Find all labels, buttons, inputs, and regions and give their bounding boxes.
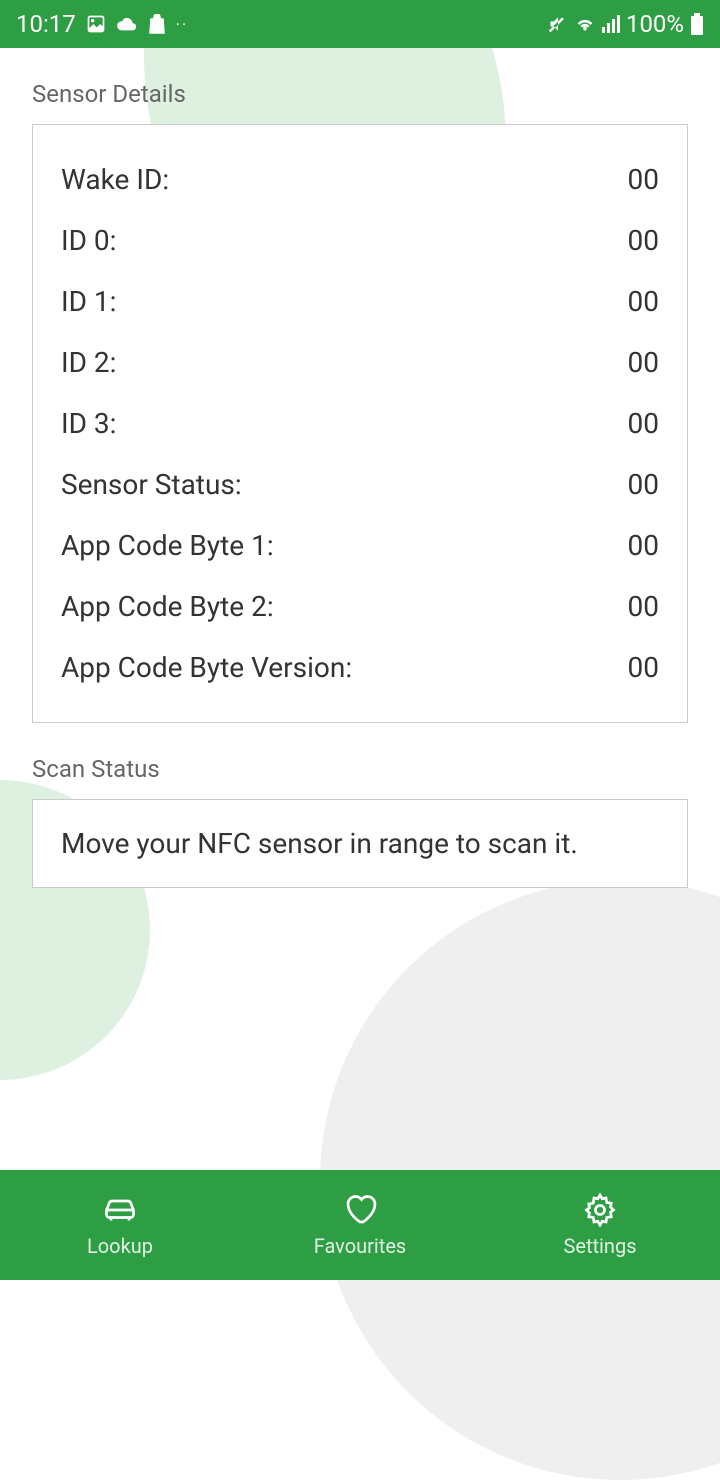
detail-value: 00 xyxy=(628,468,659,501)
cloud-icon xyxy=(116,15,138,33)
car-icon xyxy=(102,1192,138,1228)
scan-status-card: Move your NFC sensor in range to scan it… xyxy=(32,799,688,888)
image-icon xyxy=(86,14,106,34)
detail-row: App Code Byte 2: 00 xyxy=(61,576,659,637)
gear-icon xyxy=(582,1192,618,1228)
status-time: 10:17 xyxy=(16,10,76,38)
detail-value: 00 xyxy=(628,590,659,623)
detail-label: App Code Byte 1: xyxy=(61,529,274,562)
bottom-nav: Lookup Favourites Settings xyxy=(0,1170,720,1280)
detail-row: ID 0: 00 xyxy=(61,210,659,271)
detail-label: App Code Byte 2: xyxy=(61,590,274,623)
nav-settings-label: Settings xyxy=(563,1234,636,1258)
main-content: Sensor Details Wake ID: 00 ID 0: 00 ID 1… xyxy=(0,48,720,952)
scan-status-message: Move your NFC sensor in range to scan it… xyxy=(61,824,659,863)
detail-value: 00 xyxy=(628,163,659,196)
detail-row: ID 3: 00 xyxy=(61,393,659,454)
nav-lookup[interactable]: Lookup xyxy=(0,1170,240,1280)
detail-label: ID 2: xyxy=(61,346,116,379)
nav-favourites[interactable]: Favourites xyxy=(240,1170,480,1280)
detail-row: ID 1: 00 xyxy=(61,271,659,332)
sensor-details-card: Wake ID: 00 ID 0: 00 ID 1: 00 ID 2: 00 I… xyxy=(32,124,688,723)
detail-row: App Code Byte Version: 00 xyxy=(61,637,659,698)
nav-lookup-label: Lookup xyxy=(87,1234,153,1258)
more-icon: ·· xyxy=(176,15,188,34)
status-bar: 10:17 ·· 100% xyxy=(0,0,720,48)
battery-icon xyxy=(690,13,704,35)
battery-text: 100% xyxy=(626,10,684,38)
nav-favourites-label: Favourites xyxy=(314,1234,407,1258)
detail-value: 00 xyxy=(628,407,659,440)
detail-value: 00 xyxy=(628,224,659,257)
detail-label: Wake ID: xyxy=(61,163,169,196)
sensor-details-label: Sensor Details xyxy=(32,80,688,108)
detail-label: ID 0: xyxy=(61,224,116,257)
detail-label: App Code Byte Version: xyxy=(61,651,352,684)
detail-label: ID 1: xyxy=(61,285,116,318)
detail-row: Sensor Status: 00 xyxy=(61,454,659,515)
detail-label: ID 3: xyxy=(61,407,116,440)
heart-icon xyxy=(342,1192,378,1228)
nav-settings[interactable]: Settings xyxy=(480,1170,720,1280)
wifi-icon xyxy=(574,15,596,33)
detail-row: Wake ID: 00 xyxy=(61,149,659,210)
detail-value: 00 xyxy=(628,529,659,562)
detail-row: ID 2: 00 xyxy=(61,332,659,393)
detail-label: Sensor Status: xyxy=(61,468,242,501)
signal-icon xyxy=(602,15,620,33)
detail-value: 00 xyxy=(628,346,659,379)
shopping-bag-icon xyxy=(148,14,166,34)
mute-icon xyxy=(548,14,568,34)
detail-value: 00 xyxy=(628,651,659,684)
scan-status-label: Scan Status xyxy=(32,755,688,783)
detail-value: 00 xyxy=(628,285,659,318)
detail-row: App Code Byte 1: 00 xyxy=(61,515,659,576)
